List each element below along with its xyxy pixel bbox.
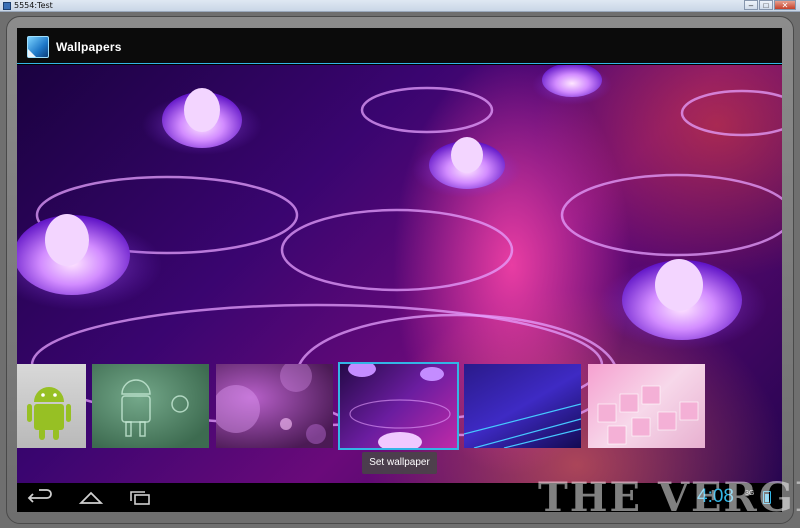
cubes-icon: [597, 385, 699, 445]
wallpapers-app-icon[interactable]: [27, 36, 49, 58]
android-bot-icon: [27, 387, 71, 440]
thumbnail-android-bot[interactable]: [17, 364, 86, 448]
wallpaper-thumbnail-strip: [17, 362, 782, 450]
window-title: 5554:Test: [14, 1, 53, 10]
thumbnail-purple-bokeh[interactable]: [216, 364, 333, 448]
lotus-thumbnail-icon: [348, 364, 451, 448]
emulator-app-icon: [3, 2, 11, 10]
minimize-button[interactable]: –: [744, 0, 758, 10]
blue-lines-icon: [464, 403, 581, 448]
set-wallpaper-button[interactable]: Set wallpaper: [362, 452, 437, 474]
watermark: THE VERGE: [538, 474, 800, 521]
action-bar: Wallpapers: [17, 28, 782, 64]
thumbnail-pink-cubes[interactable]: [588, 364, 705, 448]
bokeh-icon: [216, 364, 326, 444]
page-title: Wallpapers: [56, 40, 122, 54]
thumbnail-blue-lines[interactable]: [464, 364, 581, 448]
maximize-button[interactable]: □: [759, 0, 773, 10]
thumbnail-lotus-flowers[interactable]: [338, 362, 459, 450]
back-icon[interactable]: [27, 489, 55, 507]
window-controls: – □ ✕: [743, 0, 796, 11]
window-titlebar: 5554:Test – □ ✕: [0, 0, 800, 12]
close-button[interactable]: ✕: [774, 0, 796, 10]
recent-apps-icon[interactable]: [127, 489, 155, 507]
home-icon[interactable]: [77, 489, 105, 507]
device-screen: Wallpapers Set wallpaper 4:08 3G: [17, 28, 782, 512]
android-sketch-icon: [121, 379, 189, 437]
thumbnail-android-sketch[interactable]: [92, 364, 209, 448]
